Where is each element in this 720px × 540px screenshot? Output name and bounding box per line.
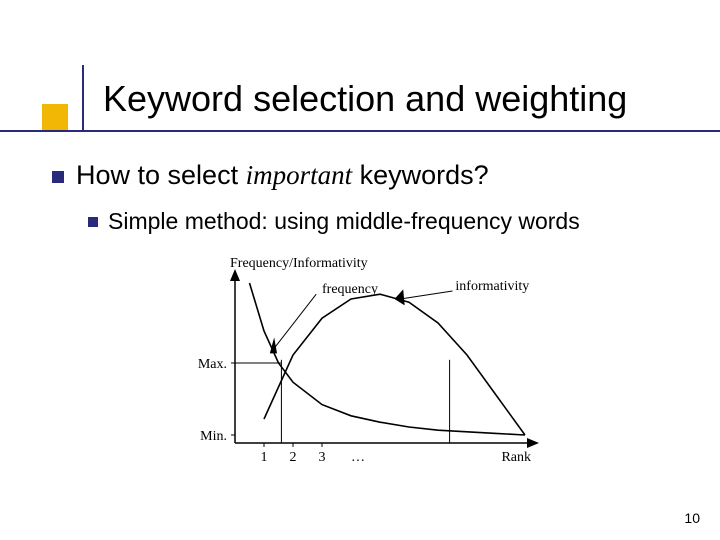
slide-title: Keyword selection and weighting [103,78,627,120]
svg-text:Min.: Min. [200,429,227,444]
title-vertical-rule [82,65,84,132]
svg-text:Frequency/Informativity: Frequency/Informativity [230,256,368,271]
svg-text:Max.: Max. [198,357,227,372]
bullet1-prefix: How to select [76,160,246,190]
svg-text:…: … [351,450,365,465]
bullet-level2: Simple method: using middle-frequency wo… [88,208,580,235]
bullet-square-icon [88,217,98,227]
svg-text:2: 2 [290,450,297,465]
svg-text:informativity: informativity [455,279,529,294]
svg-text:3: 3 [319,450,326,465]
frequency-informativity-chart: Frequency/Informativity Max. Min. 1 2 3 … Rank f… [165,253,545,473]
bullet1-italic: important [246,160,353,190]
bullet-level1: How to select important keywords? [52,160,489,191]
bullet-square-icon [52,171,64,183]
svg-text:frequency: frequency [322,282,378,297]
bullet2-text: Simple method: using middle-frequency wo… [108,208,580,234]
svg-text:Rank: Rank [501,450,531,465]
title-horizontal-rule [0,130,720,132]
page-number: 10 [684,510,700,526]
bullet1-suffix: keywords? [352,160,489,190]
title-accent-square [42,104,68,130]
svg-text:1: 1 [261,450,268,465]
